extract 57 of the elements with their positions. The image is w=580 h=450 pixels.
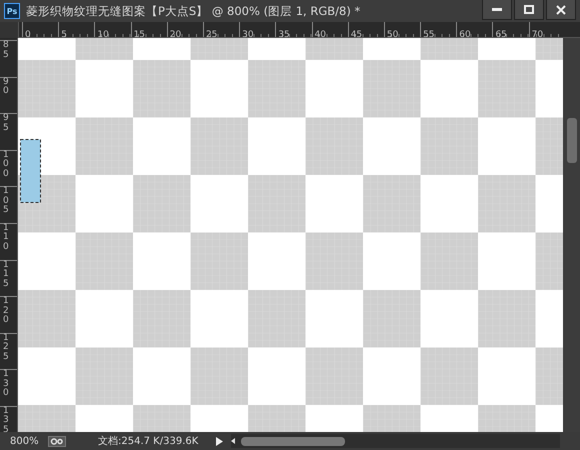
app-logo: Ps: [4, 3, 20, 19]
minimize-button[interactable]: [482, 0, 512, 20]
ruler-label: 135: [3, 406, 9, 432]
ruler-label: 130: [3, 370, 9, 399]
checker-square: [420, 118, 478, 175]
ruler-label: 40: [314, 30, 326, 37]
ruler-label: 30: [241, 30, 254, 37]
ruler-label: 110: [3, 224, 9, 252]
ruler-label: 60: [458, 30, 471, 37]
ruler-label: 115: [3, 260, 9, 290]
ruler-label: 20: [168, 30, 182, 37]
minimize-icon: [492, 8, 502, 11]
ruler-label: 90: [3, 78, 9, 97]
checker-square: [133, 290, 190, 348]
ruler-label: 105: [3, 187, 9, 216]
checker-square: [190, 118, 248, 175]
play-icon[interactable]: [216, 436, 223, 446]
ruler-label: 15: [132, 30, 146, 37]
checker-square: [190, 232, 248, 290]
ruler-label: 65: [494, 30, 507, 37]
ruler-label: 125: [3, 334, 9, 362]
ruler-label: 0: [24, 30, 31, 37]
checker-square: [76, 232, 133, 290]
checker-square: [363, 290, 420, 348]
ruler-label: 85: [3, 41, 9, 60]
ruler-label: 35: [277, 30, 290, 37]
checker-square: [18, 290, 76, 348]
selection-marquee: [20, 139, 41, 203]
window-title: 菱形织物纹理无缝图案【P大点S】 @ 800% (图层 1, RGB/8) *: [26, 4, 362, 18]
close-icon: [556, 4, 566, 14]
ruler-label: 50: [386, 30, 398, 37]
checker-square: [248, 290, 306, 348]
checker-square: [306, 118, 363, 175]
close-button[interactable]: [546, 0, 576, 20]
checker-square: [133, 175, 190, 232]
ruler-label: 120: [3, 297, 9, 326]
horizontal-scrollbar[interactable]: [231, 434, 560, 448]
checker-square: [420, 232, 478, 290]
document-info: 文档:254.7 K/339.6K: [98, 434, 200, 448]
ruler-label: 95: [3, 114, 9, 134]
ruler-label: 45: [350, 30, 362, 37]
scroll-thumb[interactable]: [241, 436, 345, 446]
ruler-label: 100: [3, 150, 9, 180]
ruler-label: 10: [96, 30, 109, 37]
ruler-label: 55: [422, 30, 435, 37]
checker-square: [76, 118, 133, 175]
ruler-label: 5: [60, 30, 67, 37]
scroll-thumb[interactable]: [566, 118, 576, 163]
maximize-icon: [524, 5, 534, 14]
maximize-button[interactable]: [514, 0, 544, 20]
checker-square: [306, 232, 363, 290]
ruler-label: 25: [204, 30, 218, 37]
ruler-label: 70: [530, 30, 544, 37]
checker-square: [363, 175, 420, 232]
zoom-level: 800%: [10, 436, 40, 446]
left-arrow-icon[interactable]: [231, 438, 235, 444]
checker-square: [248, 175, 306, 232]
